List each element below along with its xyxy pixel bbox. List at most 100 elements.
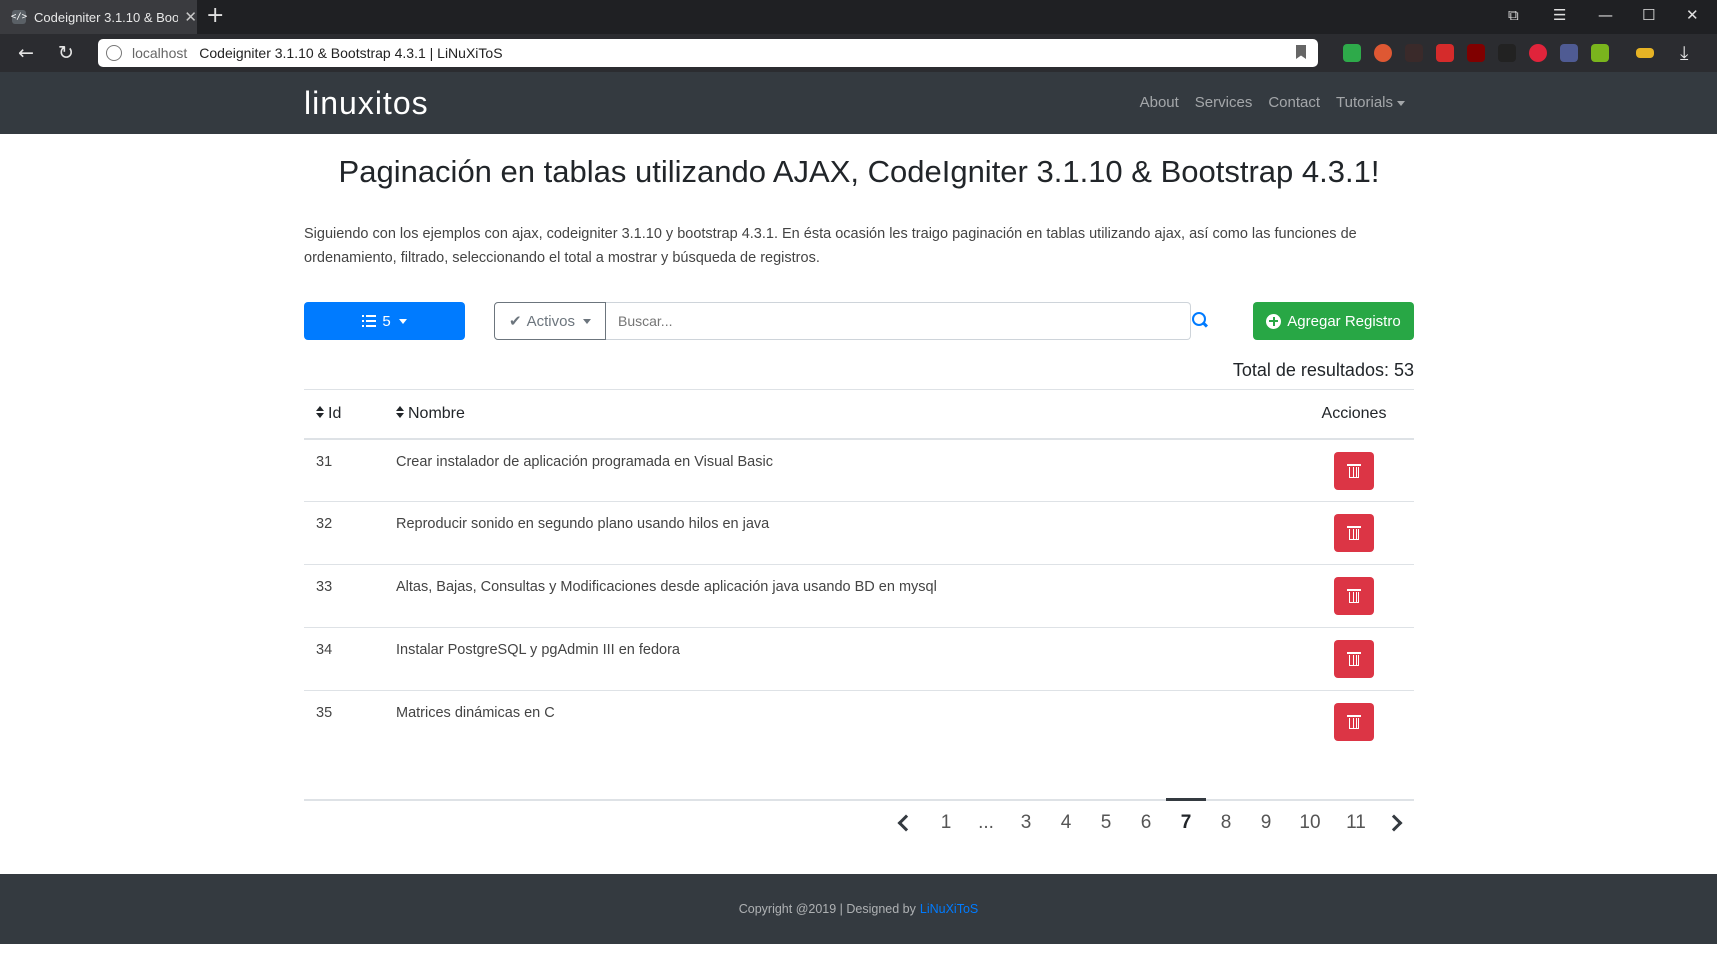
page-link[interactable]: 1 xyxy=(926,812,966,834)
page-link[interactable]: 5 xyxy=(1086,812,1126,834)
download-extension-icon[interactable] xyxy=(1591,44,1609,62)
plus-circle-icon xyxy=(1266,313,1282,329)
total-results: Total de resultados: 53 xyxy=(1232,360,1414,380)
shield-extension-icon[interactable] xyxy=(1343,44,1361,62)
page-link[interactable]: 11 xyxy=(1334,812,1378,834)
bookmark-icon[interactable] xyxy=(1296,45,1306,59)
bookmarks-panel-icon[interactable]: ⧉ xyxy=(1508,6,1519,24)
site-navbar: linuxitos About Services Contact Tutoria… xyxy=(0,72,1717,134)
page-ellipsis: ... xyxy=(978,812,994,833)
page-description: Siguiendo con los ejemplos con ajax, cod… xyxy=(304,226,1357,266)
delete-button[interactable] xyxy=(1334,514,1374,552)
url-page-title: Codeigniter 3.1.10 & Bootstrap 4.3.1 | L… xyxy=(199,45,503,61)
page-link[interactable]: 6 xyxy=(1126,812,1166,834)
page-link[interactable]: 4 xyxy=(1046,812,1086,834)
browser-toolbar: ← ↻ localhost Codeigniter 3.1.10 & Boots… xyxy=(0,34,1717,72)
table-row: 33 Altas, Bajas, Consultas y Modificacio… xyxy=(304,564,1414,628)
nav-about[interactable]: About xyxy=(1140,94,1179,111)
per-page-value: 5 xyxy=(382,312,391,330)
row-id: 32 xyxy=(304,501,384,565)
chevron-right-icon[interactable] xyxy=(1385,814,1403,832)
table-row: 31 Crear instalador de aplicación progra… xyxy=(304,438,1414,502)
extension-icon[interactable] xyxy=(1405,44,1423,62)
close-window-icon[interactable]: ✕ xyxy=(1686,6,1699,24)
brand-logo[interactable]: linuxitos xyxy=(304,85,429,122)
row-nombre: Crear instalador de aplicación programad… xyxy=(384,438,1294,502)
delete-button[interactable] xyxy=(1334,640,1374,678)
close-tab-icon[interactable]: ✕ xyxy=(184,8,197,26)
search-icon[interactable] xyxy=(1192,312,1208,328)
row-id: 31 xyxy=(304,438,384,502)
per-page-dropdown-button[interactable]: 5 xyxy=(304,302,465,340)
active-page-indicator xyxy=(1166,798,1206,801)
page-link[interactable]: 9 xyxy=(1246,812,1286,834)
trash-icon xyxy=(1347,715,1361,729)
check-icon: ✔ xyxy=(509,313,522,330)
trash-icon xyxy=(1347,652,1361,666)
code-icon: </> xyxy=(10,10,28,24)
row-nombre: Instalar PostgreSQL y pgAdmin III en fed… xyxy=(384,627,1294,691)
nav-contact[interactable]: Contact xyxy=(1268,94,1320,111)
list-icon xyxy=(362,315,377,327)
pen-extension-icon[interactable] xyxy=(1436,44,1454,62)
search-input[interactable] xyxy=(606,302,1191,340)
table-row: 35 Matrices dinámicas en C xyxy=(304,691,1414,754)
column-header-nombre[interactable]: Nombre xyxy=(384,389,1294,440)
status-filter-dropdown[interactable]: ✔ Activos xyxy=(494,302,606,340)
delete-button[interactable] xyxy=(1334,703,1374,741)
trash-icon xyxy=(1347,463,1361,478)
tab-title: Codeigniter 3.1.10 & Bootstrap 4.3.1 | L… xyxy=(34,9,179,25)
maximize-icon[interactable]: ☐ xyxy=(1642,6,1655,24)
row-nombre: Altas, Bajas, Consultas y Modificaciones… xyxy=(384,564,1294,628)
chevron-left-icon[interactable] xyxy=(897,814,915,832)
header-label: Id xyxy=(328,404,342,422)
column-header-id[interactable]: Id xyxy=(304,389,384,440)
browser-tabbar: </> Codeigniter 3.1.10 & Bootstrap 4.3.1… xyxy=(0,0,1717,34)
pagination-divider xyxy=(304,799,1414,801)
footer-copyright: Copyright @2019 | Designed by xyxy=(738,902,916,916)
url-host: localhost xyxy=(132,45,188,61)
browser-tab[interactable]: </> Codeigniter 3.1.10 & Bootstrap 4.3.1… xyxy=(0,0,197,34)
sort-icon xyxy=(396,405,404,419)
trash-icon xyxy=(1347,589,1361,603)
delete-button[interactable] xyxy=(1334,451,1374,490)
reading-list-icon[interactable]: ☰ xyxy=(1553,6,1566,24)
row-nombre: Matrices dinámicas en C xyxy=(396,705,555,721)
pagination: 1 ... 3 4 5 6 7 8 9 10 11 xyxy=(882,812,1414,834)
nav-services[interactable]: Services xyxy=(1195,94,1253,111)
row-id: 35 xyxy=(316,705,333,721)
gnome-extension-icon[interactable] xyxy=(1498,44,1516,62)
caret-down-icon xyxy=(1397,100,1405,106)
page-link-active[interactable]: 7 xyxy=(1166,812,1206,834)
ublock-extension-icon[interactable] xyxy=(1467,44,1485,62)
header-label: Nombre xyxy=(408,404,465,422)
site-footer: Copyright @2019 | Designed by LiNuXiToS xyxy=(0,874,1717,944)
battery-icon[interactable] xyxy=(1636,48,1654,58)
duckduckgo-extension-icon[interactable] xyxy=(1374,44,1392,62)
downloads-icon[interactable]: ⤓ xyxy=(1680,42,1688,64)
add-record-label: Agregar Registro xyxy=(1287,312,1401,330)
reload-icon[interactable]: ↻ xyxy=(58,42,74,64)
delete-button[interactable] xyxy=(1334,577,1374,615)
new-tab-button[interactable]: + xyxy=(206,3,224,28)
page-link[interactable]: 10 xyxy=(1286,812,1334,834)
add-record-button[interactable]: Agregar Registro xyxy=(1253,302,1414,340)
back-arrow-icon[interactable]: ← xyxy=(18,42,34,64)
page-link[interactable]: 8 xyxy=(1206,812,1246,834)
row-id: 33 xyxy=(304,564,384,628)
column-header-acciones: Acciones xyxy=(1294,389,1414,440)
row-id: 34 xyxy=(304,627,384,691)
caret-down-icon xyxy=(398,318,407,324)
php-extension-icon[interactable] xyxy=(1560,44,1578,62)
footer-link[interactable]: LiNuXiToS xyxy=(920,902,978,916)
nav-tutorials-dropdown[interactable]: Tutorials xyxy=(1336,94,1405,111)
page-link[interactable]: 3 xyxy=(1006,812,1046,834)
record-extension-icon[interactable] xyxy=(1529,44,1547,62)
caret-down-icon xyxy=(582,318,591,324)
sort-icon xyxy=(316,405,324,419)
table-row: 32 Reproducir sonido en segundo plano us… xyxy=(304,501,1414,565)
nav-links: About Services Contact Tutorials xyxy=(1140,94,1405,111)
minimize-icon[interactable]: — xyxy=(1598,6,1613,24)
address-bar[interactable]: localhost Codeigniter 3.1.10 & Bootstrap… xyxy=(98,39,1318,67)
records-table: Id Nombre Acciones 31 Crear instalador d… xyxy=(304,389,1414,754)
